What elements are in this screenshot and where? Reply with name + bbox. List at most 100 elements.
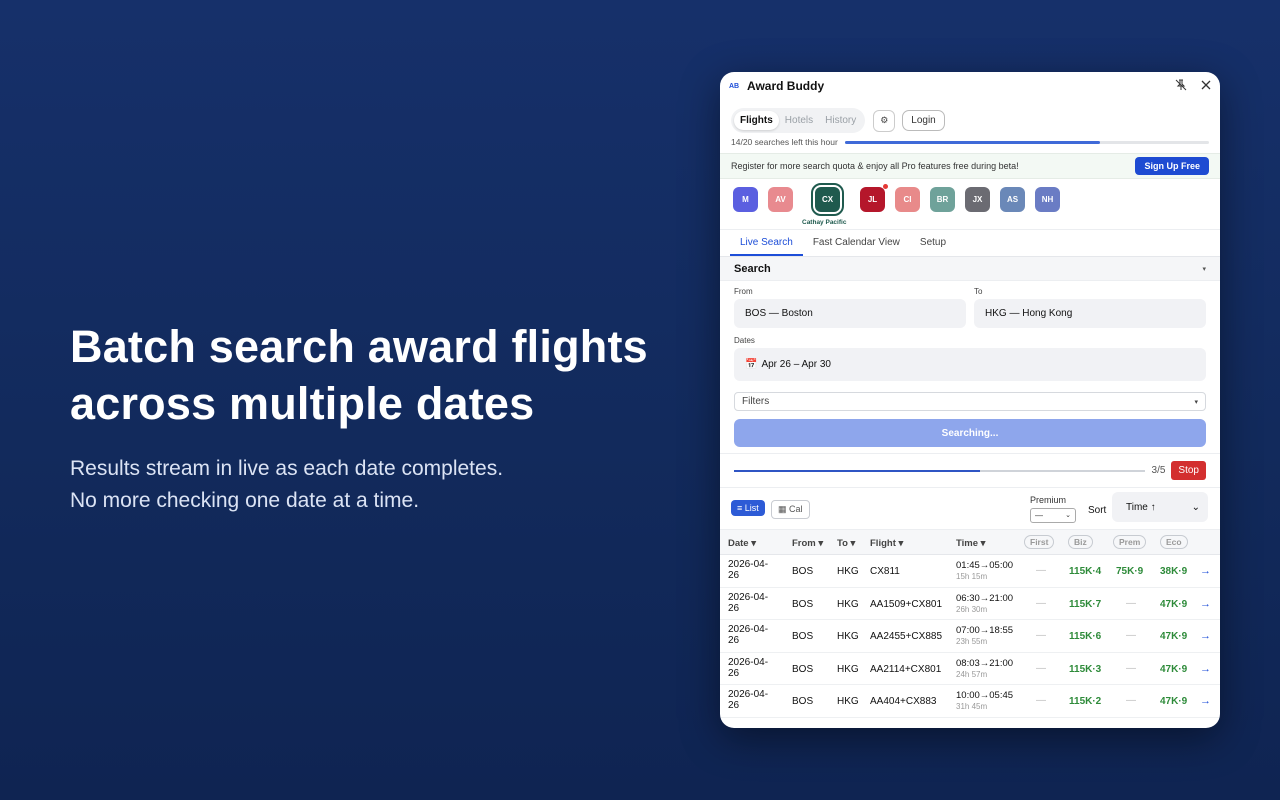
chevron-down-icon: ⌄	[1065, 512, 1071, 519]
cell-date: 2026-04-26	[728, 559, 769, 581]
list-view-toggle[interactable]: ≡ List	[731, 500, 765, 516]
cell-first: —	[1036, 565, 1046, 576]
cell-eco: 47K·9	[1160, 631, 1188, 642]
airline-chip-as[interactable]: AS	[1000, 187, 1025, 212]
cell-time: 08:03→21:00	[956, 657, 1014, 669]
tab-history[interactable]: History	[819, 111, 862, 130]
cell-flight: AA2455+CX885	[870, 631, 943, 642]
premium-select[interactable]: — ⌄	[1030, 508, 1076, 523]
stop-button[interactable]: Stop	[1171, 461, 1206, 480]
calendar-icon: 📅	[745, 359, 758, 370]
open-arrow-icon[interactable]: →	[1200, 630, 1211, 642]
dates-label: Dates	[734, 336, 755, 345]
cell-duration: 26h 30m	[956, 604, 988, 614]
tab-setup[interactable]: Setup	[910, 230, 956, 256]
quota-bar	[844, 140, 1209, 144]
pin-off-icon[interactable]	[1175, 79, 1187, 94]
cell-biz: 115K·7	[1069, 598, 1102, 610]
search-button[interactable]: Searching...	[734, 419, 1206, 447]
progress-bar	[734, 469, 1145, 472]
hero: Batch search award flights across multipl…	[70, 318, 670, 517]
table-row[interactable]: 2026-04-26 BOS HKG CX811 01:45→05:00 15h 15m —…	[720, 555, 1220, 588]
open-arrow-icon[interactable]: →	[1200, 565, 1211, 577]
airline-chip-ci[interactable]: CI	[895, 187, 920, 212]
hero-subtitle: Results stream in live as each date comp…	[70, 453, 670, 517]
sort-value: Time ↑	[1126, 501, 1156, 513]
to-field[interactable]: HKG — Hong Kong	[974, 299, 1206, 328]
cell-time: 07:00→18:55	[956, 625, 1014, 636]
hero-sub-line2: No more checking one date at a time.	[70, 489, 420, 512]
table-row[interactable]: 2026-04-26 BOS HKG AA2455+CX885 07:00→18:55 2…	[720, 620, 1220, 653]
search-form: From BOS — Boston To HKG — Hong Kong Dat…	[720, 281, 1220, 447]
col-time[interactable]: Time ▾	[956, 538, 985, 549]
cell-from: BOS	[792, 663, 814, 675]
close-icon[interactable]	[1201, 79, 1211, 93]
results-table-body: 2026-04-26 BOS HKG CX811 01:45→05:00 15h 15m —…	[720, 555, 1220, 718]
cell-prem: —	[1126, 662, 1136, 674]
results-toolbar: ≡ List ▦ Cal Premium — ⌄ Sort Time ↑ ⌄	[720, 487, 1220, 529]
sign-up-button[interactable]: Sign Up Free	[1135, 157, 1209, 175]
table-row[interactable]: 2026-04-26 BOS HKG AA1509+CX801 06:30→21:00 2…	[720, 588, 1220, 620]
cell-flight: AA2114+CX801	[870, 663, 942, 675]
cell-duration: 31h 45m	[956, 702, 988, 711]
table-row[interactable]: 2026-04-26 BOS HKG AA404+CX883 10:00→05:45 31…	[720, 685, 1220, 718]
cell-to: HKG	[837, 696, 859, 707]
airline-chip-jx[interactable]: JX	[965, 187, 990, 212]
sort-select[interactable]: Time ↑ ⌄	[1112, 492, 1208, 522]
app-logo: AB	[729, 82, 740, 90]
open-arrow-icon[interactable]: →	[1200, 695, 1211, 707]
tab-fast-calendar-view[interactable]: Fast Calendar View	[803, 230, 910, 256]
tab-flights[interactable]: Flights	[734, 111, 779, 130]
airline-chip-br[interactable]: BR	[930, 187, 955, 212]
col-biz[interactable]: Biz	[1068, 535, 1093, 549]
settings-gear-icon[interactable]: ⚙	[873, 109, 896, 132]
top-nav: Flights Hotels History ⚙ Login	[720, 100, 1220, 133]
col-from[interactable]: From ▾	[792, 538, 823, 549]
airline-chip-jl[interactable]: JL	[860, 184, 888, 212]
login-button[interactable]: Login	[902, 110, 945, 131]
col-eco[interactable]: Eco	[1160, 535, 1188, 549]
search-section-title: Search	[734, 262, 771, 275]
col-flight[interactable]: Flight ▾	[870, 538, 903, 549]
cell-biz: 115K·6	[1069, 631, 1102, 642]
airline-chip-nh[interactable]: NH	[1035, 187, 1060, 212]
open-arrow-icon[interactable]: →	[1200, 663, 1211, 675]
app-title: Award Buddy	[747, 79, 825, 93]
cell-biz: 115K·2	[1069, 696, 1102, 707]
cell-prem: 75K·9	[1116, 566, 1144, 577]
open-arrow-icon[interactable]: →	[1200, 598, 1211, 610]
airline-chip-m[interactable]: M	[733, 187, 758, 212]
airline-chip-av[interactable]: AV	[768, 187, 793, 212]
dates-value: Apr 26 – Apr 30	[761, 359, 831, 370]
airline-selector: M AV CX Cathay Pacific JL CI BR JX AS NH	[720, 179, 1220, 229]
to-label: To	[974, 287, 983, 296]
extension-window: AB Award Buddy Flights Hotels History ⚙ …	[720, 72, 1220, 728]
hero-title-line2: across multiple dates	[70, 378, 535, 429]
col-prem[interactable]: Prem	[1113, 535, 1147, 549]
col-to[interactable]: To ▾	[837, 538, 855, 549]
search-section-header[interactable]: Search ▾	[720, 257, 1220, 281]
col-first[interactable]: First	[1024, 535, 1055, 549]
cell-date: 2026-04-26	[728, 656, 769, 679]
col-date[interactable]: Date ▾	[728, 538, 756, 549]
cell-to: HKG	[837, 598, 859, 610]
calendar-view-toggle[interactable]: ▦ Cal	[771, 500, 810, 519]
sub-tabs: Live Search Fast Calendar View Setup	[720, 229, 1220, 257]
tab-hotels[interactable]: Hotels	[779, 111, 819, 130]
from-field[interactable]: BOS — Boston	[734, 299, 966, 328]
cell-time: 06:30→21:00	[956, 592, 1014, 604]
cell-flight: AA404+CX883	[870, 696, 937, 707]
airline-chip-cx[interactable]: CX	[811, 183, 844, 216]
cell-from: BOS	[792, 598, 814, 610]
cell-date: 2026-04-26	[728, 624, 769, 646]
dates-field[interactable]: 📅 Apr 26 – Apr 30	[734, 348, 1206, 381]
cell-flight: AA1509+CX801	[870, 598, 943, 610]
collapse-caret-icon: ▾	[1202, 265, 1206, 273]
cell-first: —	[1036, 662, 1046, 674]
cell-prem: —	[1126, 695, 1136, 706]
cell-first: —	[1036, 695, 1046, 706]
notification-dot	[883, 184, 888, 189]
filters-dropdown[interactable]: Filters ▾	[734, 392, 1206, 411]
tab-live-search[interactable]: Live Search	[730, 230, 803, 256]
table-row[interactable]: 2026-04-26 BOS HKG AA2114+CX801 08:03→21:00 2…	[720, 653, 1220, 685]
